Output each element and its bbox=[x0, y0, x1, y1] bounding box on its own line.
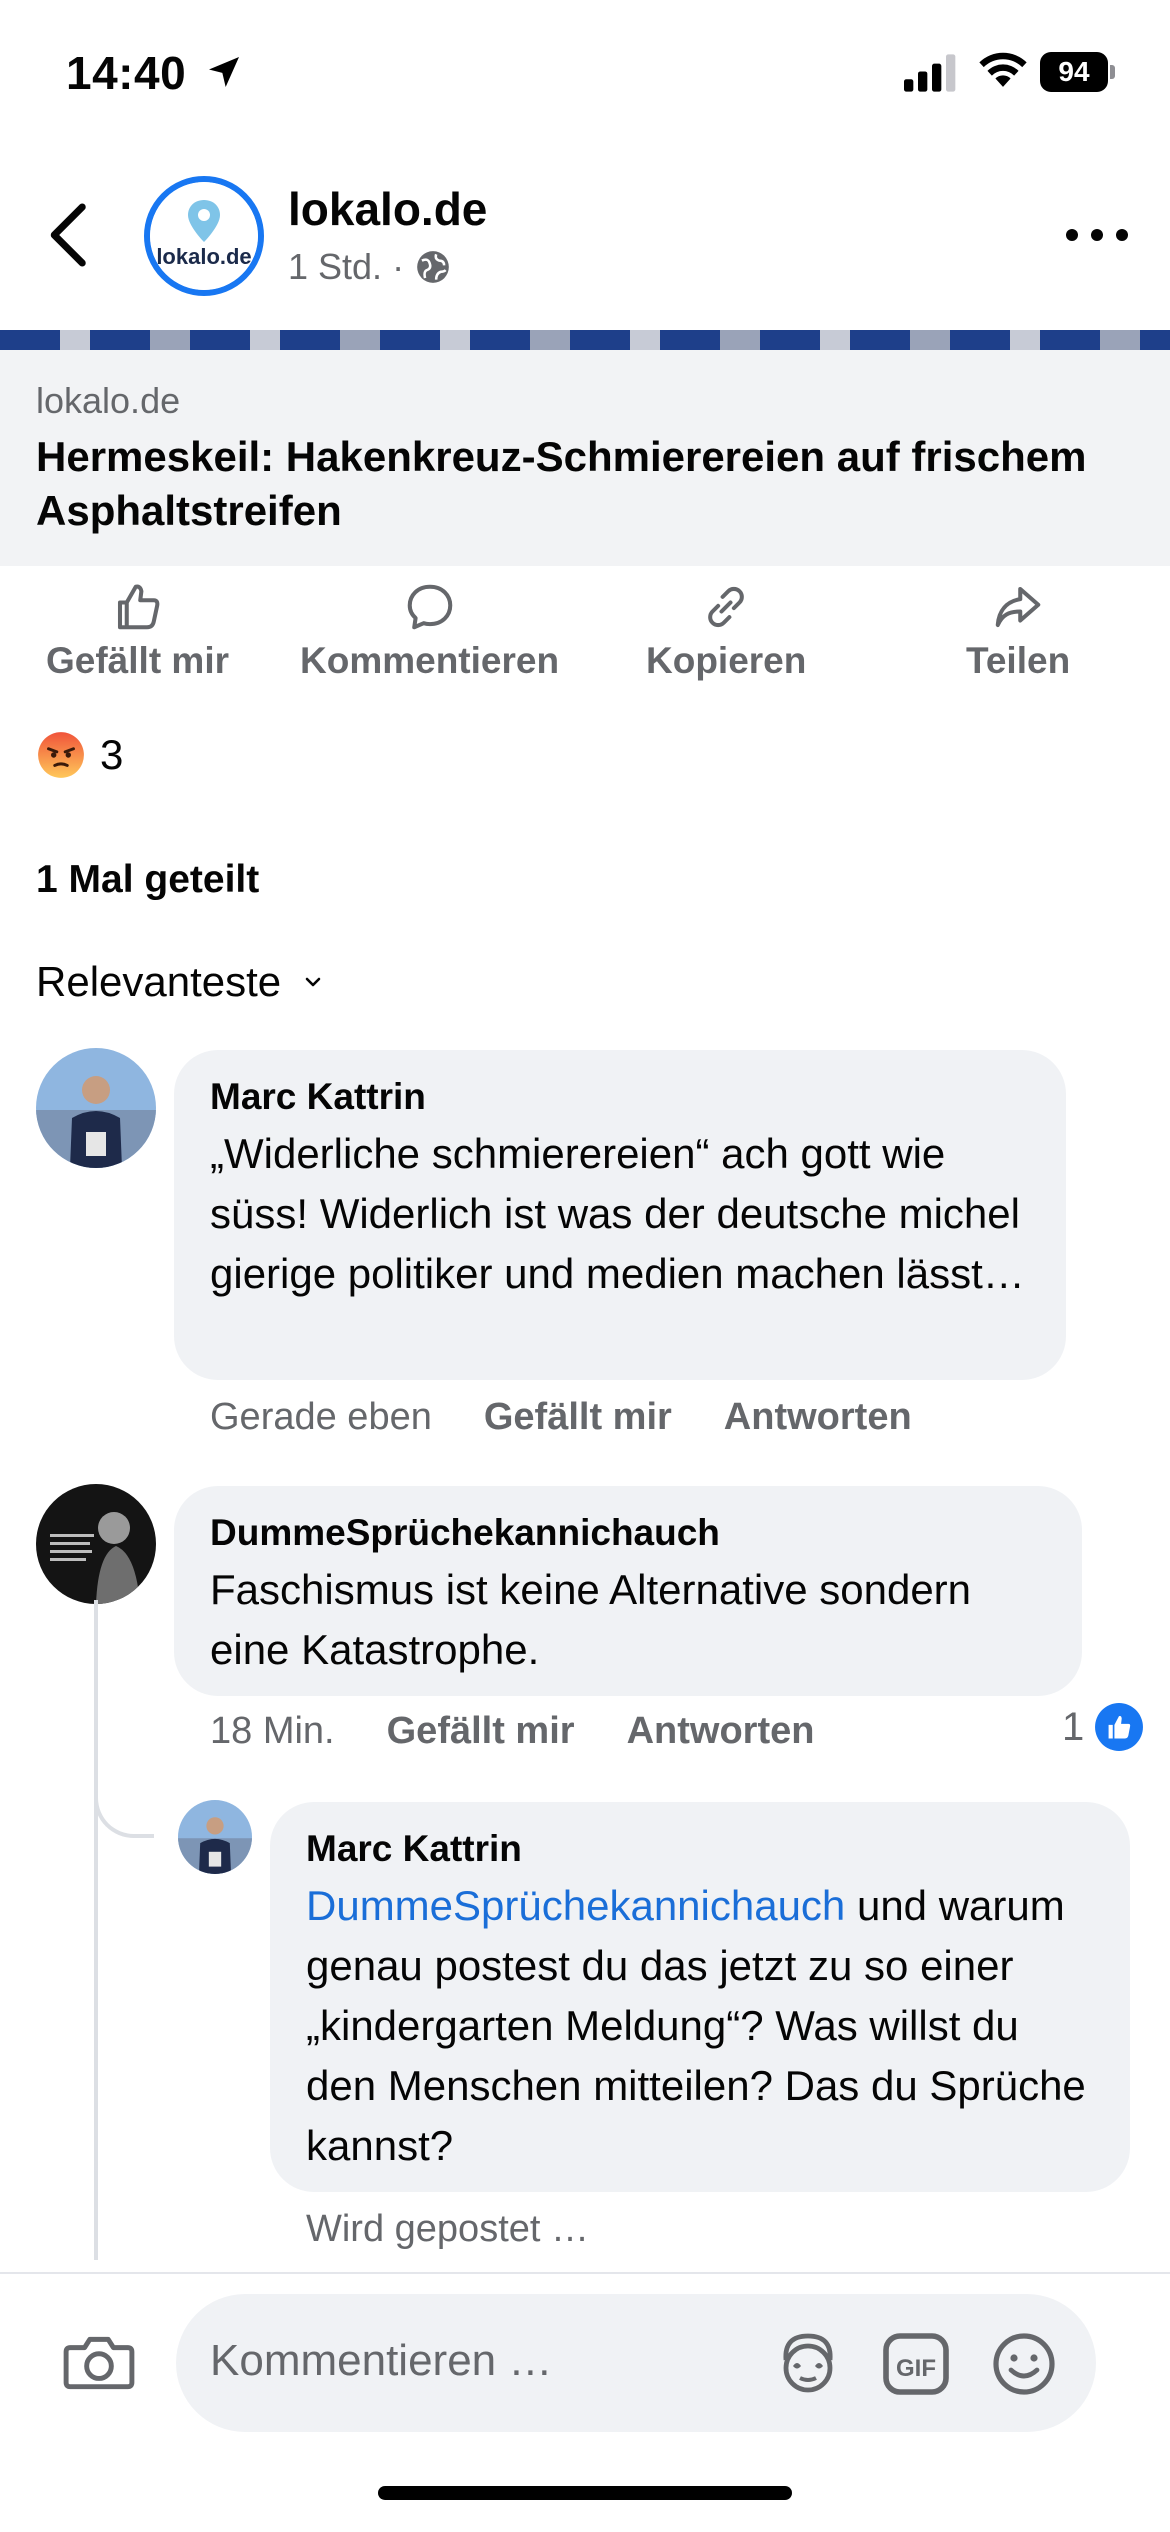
comment-meta: 18 Min. Gefällt mir Antworten bbox=[210, 1710, 814, 1753]
comment-author[interactable]: Marc Kattrin bbox=[210, 1076, 1030, 1118]
comment-input-placeholder: Kommentieren … bbox=[210, 2336, 553, 2385]
camera-icon[interactable] bbox=[62, 2330, 136, 2394]
comment-like-button[interactable]: Gefällt mir bbox=[387, 1710, 575, 1753]
comment-label: Kommentieren bbox=[300, 640, 560, 681]
comment-text: Faschismus ist keine Alternative sondern… bbox=[210, 1566, 972, 1673]
link-domain: lokalo.de bbox=[36, 380, 181, 421]
link-title: Hermeskeil: Hakenkreuz-Schmierereien auf… bbox=[36, 433, 1087, 534]
logo-wordmark: lokalo.de bbox=[156, 244, 251, 269]
like-reaction-icon bbox=[1095, 1703, 1144, 1751]
sort-label: Relevanteste bbox=[36, 958, 282, 1005]
share-button[interactable]: Teilen bbox=[966, 580, 1070, 682]
like-label: Gefällt mir bbox=[46, 640, 229, 681]
share-count[interactable]: 1 Mal geteilt bbox=[36, 858, 259, 902]
reply-text: DummeSprüchekannichauch und warum genau … bbox=[306, 1876, 1094, 2176]
like-count: 1 bbox=[1062, 1704, 1085, 1749]
status-bar: 14:40 94 bbox=[0, 0, 1170, 150]
cellular-signal-icon bbox=[904, 54, 956, 92]
copy-label: Kopieren bbox=[646, 640, 807, 681]
lokalo-logo-icon: lokalo.de bbox=[150, 182, 258, 290]
chevron-down-icon bbox=[305, 977, 321, 987]
like-button[interactable]: Gefällt mir bbox=[46, 580, 229, 682]
reply-author[interactable]: Marc Kattrin bbox=[306, 1828, 1094, 1870]
comment-time: Gerade eben bbox=[210, 1396, 432, 1438]
thread-branch bbox=[94, 1760, 154, 1838]
page-avatar[interactable]: lokalo.de bbox=[144, 176, 264, 296]
post-meta: 1 Std. · bbox=[288, 246, 452, 288]
comment-sort-dropdown[interactable]: Relevanteste bbox=[36, 958, 325, 1006]
thumbs-up-icon bbox=[117, 584, 159, 630]
wifi-icon bbox=[979, 52, 1027, 87]
commenter-avatar[interactable] bbox=[36, 1484, 156, 1604]
battery-nub bbox=[1110, 65, 1115, 79]
link-icon bbox=[708, 586, 745, 628]
avatar-sticker-icon[interactable] bbox=[772, 2328, 844, 2400]
battery-level: 94 bbox=[1040, 52, 1108, 92]
profile-photo-icon bbox=[178, 1800, 252, 1874]
globe-icon bbox=[417, 251, 449, 283]
location-arrow-icon bbox=[209, 57, 239, 87]
emoji-icon[interactable] bbox=[988, 2328, 1060, 2400]
comment-bubble[interactable]: DummeSprüchekannichauch Faschismus ist k… bbox=[174, 1486, 1082, 1696]
gif-icon[interactable]: GIF bbox=[880, 2328, 952, 2400]
mention-link[interactable]: DummeSprüchekannichauch bbox=[306, 1882, 845, 1929]
comment-bubble[interactable]: Marc Kattrin „Widerliche schmierereien“ … bbox=[174, 1050, 1066, 1380]
copy-button[interactable]: Kopieren bbox=[646, 580, 806, 682]
battery-indicator: 94 bbox=[1040, 52, 1116, 92]
post-header: lokalo.de lokalo.de 1 Std. · bbox=[0, 150, 1170, 330]
gif-label: GIF bbox=[896, 2355, 936, 2382]
more-options-icon[interactable] bbox=[1062, 220, 1132, 250]
comment-text: „Widerliche schmierereien“ ach gott wie … bbox=[210, 1130, 1025, 1297]
reaction-count: 3 bbox=[100, 731, 124, 778]
comment-like-button[interactable]: Gefällt mir bbox=[484, 1396, 672, 1439]
thread-connector bbox=[94, 1600, 98, 2260]
comment-time: 18 Min. bbox=[210, 1710, 335, 1752]
comment-like-count[interactable]: 1 bbox=[1062, 1702, 1144, 1752]
comment-reply-button[interactable]: Antworten bbox=[724, 1396, 912, 1439]
comment-button[interactable]: Kommentieren bbox=[300, 580, 559, 682]
link-preview-image[interactable] bbox=[0, 330, 1170, 350]
comment-author[interactable]: DummeSprüchekannichauch bbox=[210, 1512, 1046, 1554]
reply-bubble[interactable]: Marc Kattrin DummeSprüchekannichauch und… bbox=[270, 1802, 1130, 2192]
profile-photo-icon bbox=[36, 1048, 156, 1168]
link-preview[interactable]: lokalo.de Hermeskeil: Hakenkreuz-Schmier… bbox=[0, 350, 1170, 566]
share-arrow-icon bbox=[995, 586, 1041, 628]
back-icon[interactable] bbox=[40, 200, 100, 270]
share-label: Teilen bbox=[966, 640, 1071, 681]
home-indicator[interactable] bbox=[378, 2486, 792, 2500]
reply-status: Wird gepostet … bbox=[306, 2208, 589, 2251]
post-actions: Gefällt mir Kommentieren Kopieren Teilen bbox=[0, 580, 1170, 700]
reaction-summary[interactable]: 3 bbox=[36, 730, 123, 780]
angry-reaction-icon bbox=[38, 732, 84, 778]
status-time: 14:40 bbox=[66, 47, 187, 99]
reply-avatar[interactable] bbox=[178, 1800, 252, 1874]
posting-status: Wird gepostet … bbox=[306, 2208, 589, 2250]
post-time: 1 Std. · bbox=[288, 246, 405, 287]
comment-bubble-icon bbox=[407, 584, 452, 630]
profile-photo-icon bbox=[36, 1484, 156, 1604]
comment-input[interactable]: Kommentieren … GIF bbox=[176, 2294, 1096, 2432]
page-name[interactable]: lokalo.de bbox=[288, 182, 487, 236]
comment-reply-button[interactable]: Antworten bbox=[627, 1710, 815, 1753]
comment-meta: Gerade eben Gefällt mir Antworten bbox=[210, 1396, 912, 1439]
commenter-avatar[interactable] bbox=[36, 1048, 156, 1168]
